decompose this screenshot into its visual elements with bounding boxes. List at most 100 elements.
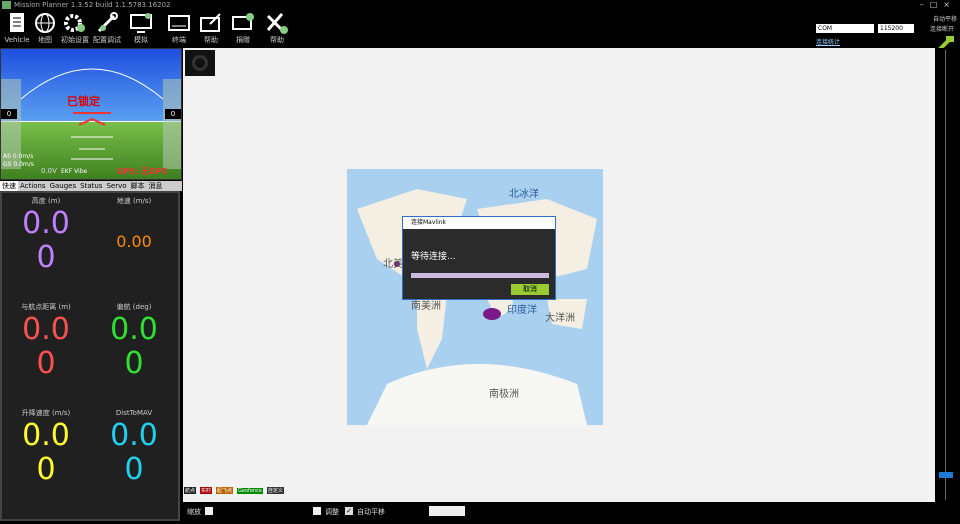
tab-servo[interactable]: Servo (104, 181, 128, 191)
toolbar-setup-button[interactable]: 初始设置 (58, 10, 92, 48)
quick-dist-to-mav[interactable]: DistToMAV 0.0 0 (90, 407, 178, 515)
tuning-label: 调整 (325, 508, 339, 516)
zoom-thumb[interactable] (939, 472, 953, 478)
window-controls[interactable]: –□× (920, 0, 956, 9)
quick-dist-to-wp[interactable]: 与航点距离 (m) 0.0 0 (2, 301, 90, 409)
main-toolbar: Vehicle 地图 初始设置 配置调试 模拟 终端 帮助 捐赠 帮助 COM … (0, 10, 960, 56)
toolbar-label: 模拟 (134, 36, 148, 44)
toolbar-map-button[interactable]: 地图 (28, 10, 62, 48)
title-bar: Mission Planner 1.3.52 build 1.1.5783.16… (0, 0, 960, 10)
altitude-tape (163, 79, 181, 169)
globe-icon (35, 13, 55, 33)
quick-vertical-speed[interactable]: 升降速度 (m/s) 0.0 0 (2, 407, 90, 515)
quick-value-sub: 0 (36, 452, 56, 487)
quick-value: 0.0 (110, 418, 158, 453)
altitude-tape-value: 0 (165, 109, 181, 119)
help-export-icon (200, 13, 221, 32)
app-logo-icon (2, 1, 11, 9)
quick-panel: 高度 (m) 0.0 0 地速 (m/s) 0.00 与航点距离 (m) 0.0… (0, 191, 180, 521)
compass-minimap (185, 50, 215, 76)
toolbar-label: 捐赠 (236, 36, 250, 44)
toolbar-label: 帮助 (270, 36, 284, 44)
plane-dollar-icon (266, 13, 288, 34)
quick-value-sub: 0 (124, 452, 144, 487)
dialog-title: 连接Mavlink (403, 217, 555, 229)
quick-value: 0.0 (22, 418, 70, 453)
auto-pan-text: 自动平移 (357, 508, 385, 516)
toolbar-label: 初始设置 (61, 36, 89, 44)
maximize-icon[interactable]: □ (930, 0, 944, 9)
map-bottom-bar: 缩放 调整 ✓ 自动平移 (183, 503, 935, 521)
legend-item: Geofence (237, 488, 263, 494)
terminal-icon (168, 15, 190, 31)
zoom-dropdown[interactable] (205, 507, 213, 515)
simulation-monitor-icon (130, 13, 152, 33)
auto-pan-checkbox[interactable]: ✓ (345, 507, 353, 515)
map-label-arctic-ocean: 北冰洋 (509, 189, 539, 200)
window-title: Mission Planner 1.3.52 build 1.1.5783.16… (14, 1, 171, 9)
quick-groundspeed[interactable]: 地速 (m/s) 0.00 (90, 195, 178, 303)
tab-status[interactable]: Status (78, 181, 104, 191)
quick-value: 0.0 (22, 312, 70, 347)
quick-value-sub: 0 (124, 346, 144, 381)
donate-monitor-icon (232, 13, 254, 30)
zoom-track (945, 50, 946, 500)
auto-pan-label: 自动平移 (933, 16, 958, 23)
arming-status: 已锁定 (67, 95, 100, 108)
battery-voltage: 0.0V (41, 167, 57, 175)
speed-tape-value: 0 (1, 109, 17, 119)
quick-value: 0.0 (110, 312, 158, 347)
map-type-dropdown[interactable] (429, 506, 465, 516)
dialog-progress-bar (411, 273, 549, 278)
flight-data-icon (10, 13, 24, 32)
zoom-label: 缩放 (187, 508, 201, 516)
hud-panel: 0 0 已锁定 AS 0.0m/s GS 0.0m/s EKF Vibe 0.0… (0, 48, 182, 180)
legend-item: 自定义 (266, 487, 284, 494)
map-label-antarctica: 南极洲 (489, 389, 519, 400)
map-legend: 航点 实时 起飞点 Geofence 自定义 (184, 487, 384, 495)
toolbar-label: 帮助 (204, 36, 218, 44)
connection-stats-link[interactable]: 连接统计 (816, 37, 840, 46)
tab-scripts[interactable]: 脚本 (129, 181, 147, 191)
tab-messages[interactable]: 消息 (147, 181, 165, 191)
tab-quick[interactable]: 快速 (0, 181, 18, 191)
baud-select[interactable]: 115200 (878, 24, 914, 33)
toolbar-label: 地图 (38, 36, 52, 44)
tab-actions[interactable]: Actions (18, 181, 48, 191)
quick-altitude[interactable]: 高度 (m) 0.0 0 (2, 195, 90, 303)
compass-ring-icon (192, 55, 208, 71)
toolbar-help-button[interactable]: 帮助 (194, 10, 228, 48)
quick-value-sub: 0 (36, 346, 56, 381)
tuning-checkbox[interactable] (313, 507, 321, 515)
connect-dialog: 连接Mavlink 等待连接... 取消 (402, 216, 556, 300)
gps-status: GPS: 无GPS (117, 167, 168, 176)
quick-yaw[interactable]: 偏航 (deg) 0.0 0 (90, 301, 178, 409)
minimize-icon[interactable]: – (920, 0, 930, 9)
zoom-slider[interactable] (935, 48, 960, 502)
legend-item: 起飞点 (216, 487, 234, 494)
connect-label[interactable]: 连接断开 (930, 24, 954, 33)
airspeed-text: AS 0.0m/s (3, 153, 34, 160)
quick-value: 0.0 (22, 206, 70, 241)
legend-item: 航点 (184, 487, 197, 494)
tab-gauges[interactable]: Gauges (48, 181, 79, 191)
close-icon[interactable]: × (943, 0, 956, 9)
legend-item: 实时 (200, 487, 213, 494)
map-label-oceania: 大洋洲 (545, 313, 575, 324)
toolbar-plane-help-button[interactable]: 帮助 (260, 10, 294, 48)
quick-label: 地速 (m/s) (116, 197, 152, 205)
map-view[interactable]: 北冰洋 北美洲 南美洲 印度洋 大洋洲 南极洲 (183, 48, 935, 502)
wrench-plane-icon (97, 12, 118, 33)
quick-value: 0.00 (116, 232, 152, 251)
quick-value-sub: 0 (36, 240, 56, 275)
toolbar-terminal-button[interactable]: 终端 (162, 10, 196, 48)
data-tabs: 快速 Actions Gauges Status Servo 脚本 消息 (0, 181, 182, 191)
toolbar-donate-button[interactable]: 捐赠 (226, 10, 260, 48)
toolbar-simulation-button[interactable]: 模拟 (124, 10, 158, 48)
port-select[interactable]: COM (816, 24, 874, 33)
dialog-cancel-button[interactable]: 取消 (511, 284, 549, 295)
ekf-vibe-text[interactable]: EKF Vibe (61, 168, 87, 175)
gears-icon (64, 14, 85, 32)
toolbar-config-button[interactable]: 配置调试 (90, 10, 124, 48)
toolbar-label: 终端 (172, 36, 186, 44)
